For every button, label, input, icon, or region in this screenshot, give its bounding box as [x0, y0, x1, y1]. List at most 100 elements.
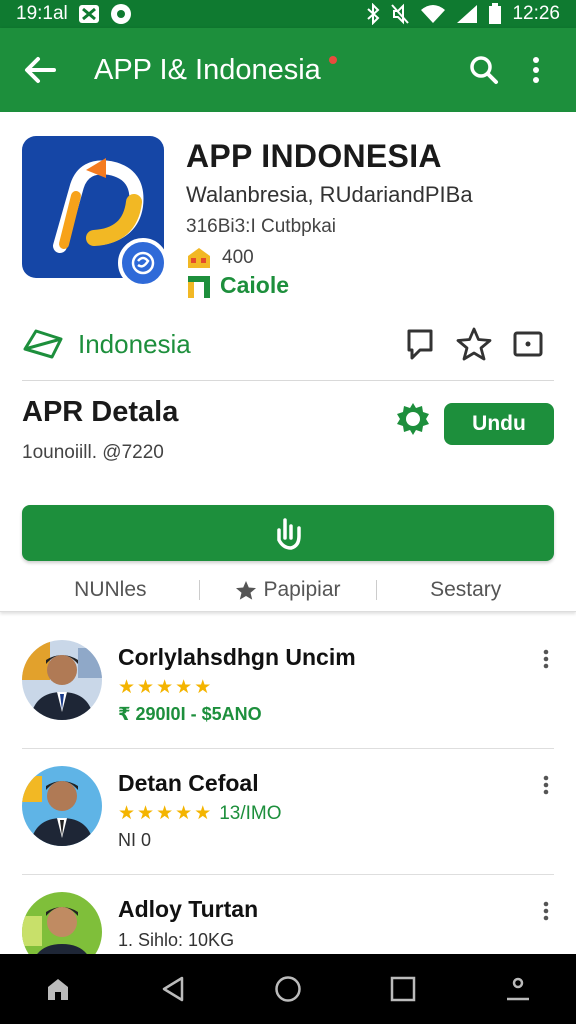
detail-title: APR Detala: [22, 396, 179, 428]
star-half-icon: ★: [194, 677, 212, 698]
list-divider: [22, 748, 554, 749]
more-button[interactable]: [510, 44, 562, 96]
list-divider: [22, 874, 554, 875]
back-triangle-icon: [162, 976, 184, 1002]
app-logo-icon[interactable]: [22, 136, 168, 288]
star-icon: ★: [137, 803, 155, 824]
battery-icon: [488, 3, 502, 25]
nav-recents-button[interactable]: [373, 959, 433, 1019]
system-nav-bar: [0, 954, 576, 1024]
share-icon: [513, 331, 543, 357]
more-vert-icon: [533, 57, 539, 83]
more-vert-icon: [543, 775, 549, 795]
star-icon: ★: [156, 803, 174, 824]
wifi-icon: [420, 4, 446, 24]
country-label: Indonesia: [78, 328, 191, 359]
app-name: APP INDONESIA: [186, 138, 442, 174]
star-icon: ★: [137, 677, 155, 698]
nav-back-button[interactable]: [143, 959, 203, 1019]
mute-icon: [390, 3, 410, 25]
item-more-button[interactable]: [534, 644, 558, 674]
notification-dot: [328, 55, 337, 64]
status-time-left: 19:1al: [16, 3, 68, 24]
profile-icon: [507, 977, 530, 1001]
developer-subline: 316Bi3:I Cutbpkai: [186, 216, 336, 237]
search-icon: [470, 56, 498, 84]
verified-badge-icon: [118, 238, 168, 288]
list-item-meta: ₹ 290I0I - $5ANO: [118, 704, 262, 724]
share-button[interactable]: [502, 320, 554, 368]
tab-nunles[interactable]: NUNles: [22, 578, 199, 602]
rating-count-row: 400: [186, 246, 254, 270]
nav-home-button[interactable]: [28, 959, 88, 1019]
developer-list: Corlylahsdhgn Uncim ★ ★ ★ ★ ★ ₹ 290I0I - $5A…: [0, 624, 576, 954]
app-header-card: APP INDONESIA Walanbresia, RUdariandPIBa…: [0, 112, 576, 612]
country-row: Indonesia: [22, 320, 554, 368]
list-item[interactable]: Detan Cefoal ★ ★ ★ ★ ★ 13/IMO NI 0: [0, 750, 576, 875]
tab-row: NUNles Papipiar Sestary: [22, 570, 554, 610]
category-row[interactable]: Caiole: [186, 272, 289, 299]
back-button[interactable]: [14, 44, 66, 96]
nav-circle-button[interactable]: [258, 959, 318, 1019]
list-item-meta: 13/IMO: [219, 802, 282, 824]
star-icon: ★: [156, 677, 174, 698]
nav-profile-button[interactable]: [488, 959, 548, 1019]
tab-papipiar[interactable]: Papipiar: [200, 578, 377, 602]
item-more-button[interactable]: [534, 896, 558, 926]
app-bar-title: APP I& Indonesia: [94, 53, 321, 86]
list-item-meta: 1. Sihlo: 10KG: [118, 930, 235, 950]
star-icon: ★: [175, 803, 193, 824]
sync-icon: [110, 3, 132, 25]
gear-icon: [397, 403, 429, 435]
touch-icon: [277, 518, 301, 550]
list-item-name: Corlylahsdhgn Uncim: [118, 644, 356, 670]
list-item[interactable]: Adloy Turtan 1. Sihlo: 10KG: [0, 876, 576, 954]
avatar: [22, 766, 102, 846]
category-icon: [188, 275, 210, 298]
more-vert-icon: [543, 649, 549, 669]
rating-stars: ★ ★ ★ ★ ★ 13/IMO: [118, 802, 282, 825]
avatar: [22, 640, 102, 720]
tab-label: NUNles: [74, 578, 147, 601]
tab-label: Sestary: [430, 578, 502, 601]
list-item[interactable]: Corlylahsdhgn Uncim ★ ★ ★ ★ ★ ₹ 290I0I - $5A…: [0, 624, 576, 749]
favorite-button[interactable]: [448, 320, 500, 368]
recents-icon: [390, 976, 416, 1002]
home-icon: [47, 979, 68, 1000]
house-icon: [188, 248, 210, 268]
developer-name[interactable]: Walanbresia, RUdariandPIBa: [186, 182, 473, 208]
arrow-left-icon: [25, 57, 56, 83]
bluetooth-icon: [366, 3, 380, 25]
comment-icon: [407, 329, 433, 360]
app-bar: APP I& Indonesia: [0, 28, 576, 112]
star-icon: ★: [175, 677, 193, 698]
app-bar-title-wrap: APP I& Indonesia: [94, 54, 458, 87]
status-right: 12:26: [366, 3, 560, 25]
header-divider: [22, 380, 554, 381]
status-left: 19:1al: [16, 3, 132, 25]
more-vert-icon: [543, 901, 549, 921]
unduh-button[interactable]: Undu: [444, 403, 554, 445]
avatar: [22, 892, 102, 954]
item-more-button[interactable]: [534, 770, 558, 800]
star-icon: ★: [118, 677, 136, 698]
search-button[interactable]: [458, 44, 510, 96]
map-icon: [23, 329, 63, 359]
circle-home-icon: [275, 976, 301, 1002]
signal-icon: [456, 4, 478, 24]
comment-button[interactable]: [394, 320, 446, 368]
star-icon: [236, 581, 257, 600]
tab-label: Papipiar: [263, 578, 341, 601]
install-button[interactable]: [22, 505, 554, 561]
tab-sestary[interactable]: Sestary: [377, 578, 554, 602]
rating-count: 400: [222, 247, 254, 268]
list-item-name: Detan Cefoal: [118, 770, 259, 796]
notification-icon: [78, 4, 100, 24]
list-item-meta2: NI 0: [118, 830, 152, 850]
status-bar: 19:1al 12:26: [0, 0, 576, 28]
star-half-icon: ★: [194, 803, 212, 824]
star-outline-icon: [456, 327, 492, 361]
list-item-name: Adloy Turtan: [118, 896, 259, 922]
settings-button[interactable]: [394, 400, 432, 438]
rating-stars: ★ ★ ★ ★ ★: [118, 676, 211, 699]
